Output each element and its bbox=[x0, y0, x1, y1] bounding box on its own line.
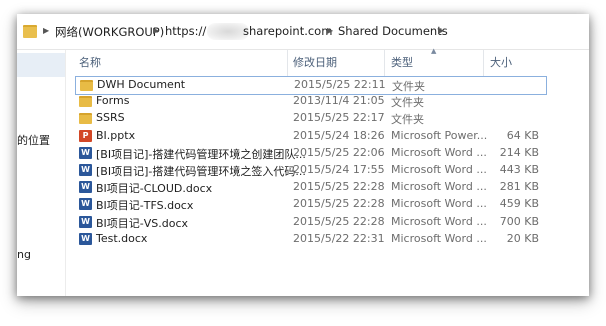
chevron-right-icon[interactable]: ▶ bbox=[438, 26, 444, 35]
file-modified-date: 2015/5/24 17:55 bbox=[293, 163, 385, 176]
file-size: 64 KB bbox=[506, 128, 539, 142]
file-name: BI项目记-VS.docx bbox=[96, 216, 189, 230]
file-name: [BI项目记]-搭建代码管理环境之创建团队... bbox=[96, 147, 306, 161]
folder-icon bbox=[79, 113, 92, 125]
file-row[interactable]: SSRS 2015/5/25 22:17 文件夹 bbox=[75, 110, 545, 127]
file-type: Microsoft Word ... bbox=[391, 197, 487, 211]
file-name: SSRS bbox=[96, 111, 125, 125]
file-size: 443 KB bbox=[499, 163, 539, 176]
sort-ascending-icon: ▲ bbox=[431, 47, 437, 55]
chevron-right-icon[interactable]: ▶ bbox=[43, 26, 49, 35]
file-row[interactable]: DWH Document 2015/5/25 22:11 文件夹 bbox=[75, 76, 547, 95]
file-modified-date: 2015/5/24 18:26 bbox=[293, 128, 385, 142]
file-row[interactable]: W Test.docx 2015/5/22 22:31 Microsoft Word … bbox=[75, 231, 545, 248]
nav-item-locations[interactable]: 的位置 bbox=[17, 132, 50, 148]
chevron-right-icon[interactable]: ▶ bbox=[327, 26, 333, 35]
file-type: 文件夹 bbox=[392, 80, 425, 93]
file-row[interactable]: W BI项目记-CLOUD.docx 2015/5/25 22:28 Microsof… bbox=[75, 179, 545, 196]
file-modified-date: 2015/5/25 22:06 bbox=[293, 145, 385, 159]
file-type: 文件夹 bbox=[391, 113, 424, 127]
file-name: BI项目记-CLOUD.docx bbox=[96, 182, 213, 196]
powerpoint-icon: P bbox=[79, 129, 92, 142]
file-type: Microsoft Word ... bbox=[391, 145, 487, 159]
file-name: BI项目记-TFS.docx bbox=[96, 199, 194, 213]
file-size: 281 KB bbox=[499, 180, 539, 194]
chevron-right-icon[interactable]: ▶ bbox=[153, 26, 159, 35]
file-type: 文件夹 bbox=[391, 96, 424, 110]
breadcrumb-shared-documents[interactable]: Shared Documents bbox=[338, 24, 448, 38]
file-type: Microsoft Power... bbox=[391, 128, 488, 142]
file-row[interactable]: Forms 2013/11/4 21:05 文件夹 bbox=[75, 93, 545, 110]
column-header-type[interactable]: 类型 bbox=[391, 54, 413, 70]
file-modified-date: 2015/5/25 22:11 bbox=[294, 78, 386, 91]
file-name: DWH Document bbox=[97, 78, 186, 91]
breadcrumb-url-prefix[interactable]: https:// bbox=[165, 24, 206, 38]
file-size: 459 KB bbox=[499, 197, 539, 211]
folder-icon bbox=[79, 96, 92, 108]
address-bar[interactable]: ▶ 网络(WORKGROUP) ▶ https:// sharepoint.co… bbox=[17, 14, 589, 50]
nav-selected-item[interactable] bbox=[17, 53, 65, 77]
file-row[interactable]: W BI项目记-VS.docx 2015/5/25 22:28 Microsoft W… bbox=[75, 214, 545, 231]
navigation-pane: 的位置 ng bbox=[17, 50, 66, 296]
nav-item-truncated[interactable]: ng bbox=[17, 248, 31, 261]
file-type: Microsoft Word ... bbox=[391, 163, 487, 176]
file-modified-date: 2013/11/4 21:05 bbox=[293, 94, 385, 108]
explorer-window: ▶ 网络(WORKGROUP) ▶ https:// sharepoint.co… bbox=[17, 14, 589, 296]
breadcrumb-network[interactable]: 网络(WORKGROUP) bbox=[55, 24, 164, 40]
column-header-size[interactable]: 大小 bbox=[490, 54, 512, 70]
file-size: 20 KB bbox=[506, 231, 539, 245]
file-modified-date: 2015/5/25 22:28 bbox=[293, 180, 385, 194]
column-header-name[interactable]: 名称 bbox=[79, 54, 101, 70]
file-row[interactable]: P BI.pptx 2015/5/24 18:26 Microsoft Power..… bbox=[75, 128, 545, 145]
word-icon: W bbox=[79, 181, 92, 194]
word-icon: W bbox=[79, 164, 92, 176]
file-modified-date: 2015/5/22 22:31 bbox=[293, 231, 385, 245]
file-row[interactable]: W [BI项目记]-搭建代码管理环境之创建团队... 2015/5/25 22:06… bbox=[75, 145, 545, 162]
file-type: Microsoft Word ... bbox=[391, 214, 487, 228]
file-name: [BI项目记]-搭建代码管理环境之签入代码... bbox=[96, 165, 306, 178]
word-icon: W bbox=[79, 215, 92, 228]
word-icon: W bbox=[79, 232, 92, 245]
word-icon: W bbox=[79, 146, 92, 159]
file-row[interactable]: W BI项目记-TFS.docx 2015/5/25 22:28 Microsoft … bbox=[75, 196, 545, 213]
file-modified-date: 2015/5/25 22:17 bbox=[293, 111, 385, 125]
file-size: 700 KB bbox=[499, 214, 539, 228]
folder-icon bbox=[80, 80, 93, 91]
file-modified-date: 2015/5/25 22:28 bbox=[293, 214, 385, 228]
file-type: Microsoft Word ... bbox=[391, 180, 487, 194]
file-name: Test.docx bbox=[96, 231, 148, 245]
file-name: BI.pptx bbox=[96, 128, 136, 142]
breadcrumb-url-domain[interactable]: sharepoint.com bbox=[243, 24, 332, 38]
file-size: 214 KB bbox=[499, 145, 539, 159]
word-icon: W bbox=[79, 198, 92, 211]
folder-icon bbox=[23, 25, 37, 38]
file-row[interactable]: W [BI项目记]-搭建代码管理环境之签入代码... 2015/5/24 17:55… bbox=[75, 162, 545, 179]
file-type: Microsoft Word ... bbox=[391, 231, 487, 245]
column-header-date[interactable]: 修改日期 bbox=[293, 54, 337, 70]
file-modified-date: 2015/5/25 22:28 bbox=[293, 197, 385, 211]
file-name: Forms bbox=[96, 94, 130, 108]
